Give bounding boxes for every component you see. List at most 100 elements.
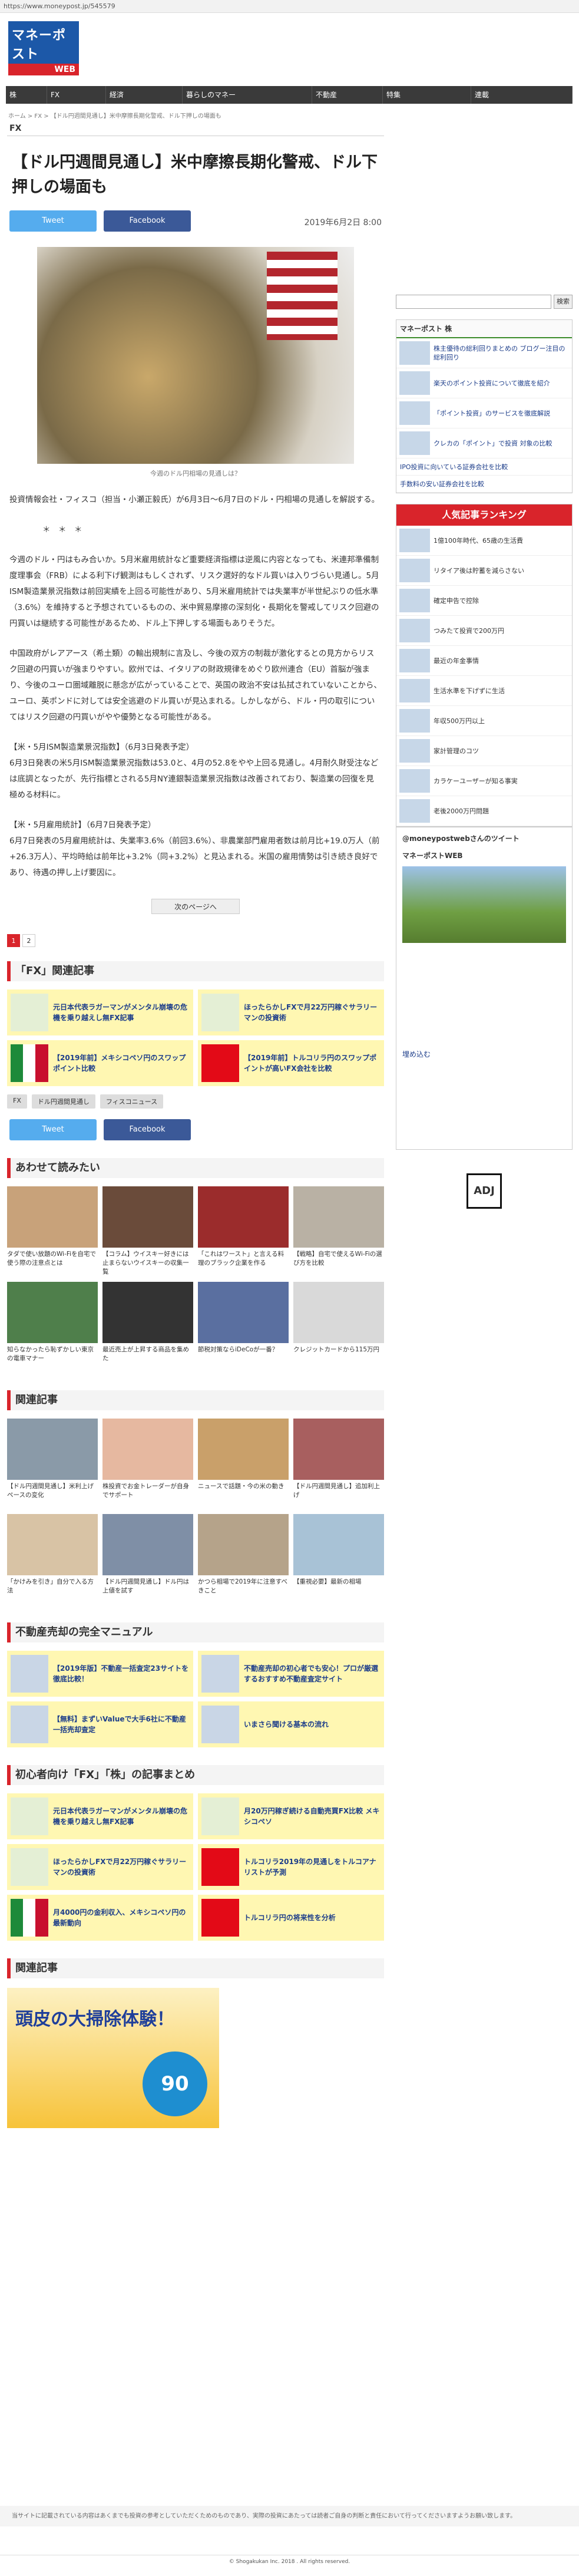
realestate-card[interactable]: 【2019年版】不動産一括査定23サイトを徹底比較！ <box>7 1651 193 1697</box>
realestate-card[interactable]: いまさら聞ける基本の流れ <box>198 1701 384 1747</box>
recommend-tile[interactable]: 「これはワースト」と言える料理のブラック企業を作る <box>198 1186 289 1277</box>
stock-item[interactable]: クレカの「ポイント」で投資 対象の比較 <box>396 428 572 459</box>
site-logo[interactable]: マネーポスト WEB <box>8 21 79 75</box>
thumbnail <box>198 1186 289 1248</box>
turkey-flag-icon <box>201 1044 239 1082</box>
sidebar-link[interactable]: 手数料の安い証券会社を比較 <box>396 476 572 493</box>
embed-link[interactable]: 埋め込む <box>402 1049 566 1059</box>
tile-title: かつら相場で2019年に注意すべきこと <box>198 1578 287 1594</box>
search-button[interactable]: 検索 <box>554 295 573 309</box>
ranking-item[interactable]: 最近の年金事情 <box>396 646 572 676</box>
realestate-card[interactable]: 【無料】まずいValueで大手6社に不動産一括売却査定 <box>7 1701 193 1747</box>
stock-item[interactable]: 楽天のポイント投資について徹底を紹介 <box>396 368 572 398</box>
stock-item[interactable]: 「ポイント投資」のサービスを徹底解説 <box>396 398 572 428</box>
thumbnail <box>399 679 430 702</box>
breadcrumb: ホーム > FX > 【ドル円週間見通し】米中摩擦長期化警戒、ドル下押しの場面も <box>8 113 221 120</box>
nav-item[interactable]: 暮らしのマネー <box>183 86 312 104</box>
tweet-button[interactable]: Tweet <box>9 210 97 232</box>
related-tile[interactable]: かつら相場で2019年に注意すべきこと <box>198 1514 289 1605</box>
stock-item[interactable]: 株主優待の総利回りまとめの ブログー注目の総利回り <box>396 338 572 368</box>
main-content: FX 【ドル円週間見通し】米中摩擦長期化警戒、ドル下押しの場面も Tweet F… <box>7 121 384 2128</box>
tag[interactable]: フィスコニュース <box>100 1094 164 1109</box>
section-heading: 「FX」関連記事 <box>7 961 384 981</box>
beginner-card[interactable]: 月4000円の金利収入、メキシコペソ円の最新動向 <box>7 1895 193 1941</box>
avatar <box>11 1797 48 1835</box>
next-page-button[interactable]: 次のページへ <box>151 899 240 914</box>
card-title: トルコリラ円の将来性を分析 <box>244 1914 336 1922</box>
thumbnail <box>7 1282 98 1343</box>
thumbnail <box>201 1706 239 1743</box>
related-fx-card[interactable]: 【2019年前】メキシコペソ円のスワップポイント比較 <box>7 1040 193 1086</box>
facebook-button[interactable]: Facebook <box>104 210 191 232</box>
search-input[interactable] <box>396 295 551 309</box>
recommend-tile[interactable]: タダで使い放題のWi-Fiを自宅で使う際の注意点とは <box>7 1186 98 1277</box>
nav-item[interactable]: FX <box>47 86 106 104</box>
related-fx-card[interactable]: 元日本代表ラガーマンがメンタル崩壊の危機を乗り越えし無FX記事 <box>7 989 193 1035</box>
related-fx-card[interactable]: ほったらかしFXで月22万円稼ぐサラリーマンの投資術 <box>198 989 384 1035</box>
thumbnail <box>102 1419 193 1480</box>
nav-item[interactable]: 株 <box>6 86 47 104</box>
tile-title: クレジットカードから115万円 <box>293 1346 380 1353</box>
card-title: 【無料】まずいValueで大手6社に不動産一括売却査定 <box>53 1715 186 1734</box>
twitter-name[interactable]: マネーポストWEB <box>402 850 566 860</box>
item-title: リタイア後は貯蓄を減らさない <box>434 566 524 575</box>
card-title: 元日本代表ラガーマンがメンタル崩壊の危機を乗り越えし無FX記事 <box>53 1003 188 1022</box>
ranking-item[interactable]: 年収500万円以上 <box>396 706 572 736</box>
thumbnail <box>399 709 430 733</box>
related-tile[interactable]: 【ドル円週間見通し】ドル円は上値を試す <box>102 1514 193 1605</box>
nav-item[interactable]: 経済 <box>106 86 183 104</box>
ad-banner[interactable]: 頭皮の大掃除体験！ 90 <box>7 1988 219 2128</box>
ranking-item[interactable]: 家計管理のコツ <box>396 736 572 766</box>
nav-item[interactable]: 不動産 <box>312 86 383 104</box>
related-tile[interactable]: 「かけみを引き」自分で入る方法 <box>7 1514 98 1605</box>
paragraph: 今週のドル・円はもみ合いか。5月米雇用統計など重要経済指標は逆風に内容となっても… <box>9 555 379 628</box>
tag[interactable]: ドル円週間見通し <box>31 1094 95 1109</box>
avatar <box>201 994 239 1031</box>
thumbnail <box>399 649 430 672</box>
related-tile[interactable]: 【重視必要】最新の相場 <box>293 1514 384 1605</box>
facebook-button[interactable]: Facebook <box>104 1119 191 1140</box>
realestate-card[interactable]: 不動産売却の初心者でも安心！プロが厳選するおすすめ不動産査定サイト <box>198 1651 384 1697</box>
recommend-tile[interactable]: 【コラム】ウイスキー好きには止まらないウイスキーの収集一覧 <box>102 1186 193 1277</box>
ranking-item[interactable]: 1億100年時代、65歳の生活費 <box>396 526 572 556</box>
ranking-item[interactable]: 老後2000万円問題 <box>396 796 572 826</box>
recommend-tile[interactable]: 知らなかったら恥ずかしい東京の電車マナー <box>7 1282 98 1373</box>
thumbnail <box>399 371 430 395</box>
mexico-flag-icon <box>11 1044 48 1082</box>
stock-box: マネーポスト 株 株主優待の総利回りまとめの ブログー注目の総利回り 楽天のポイ… <box>396 319 573 493</box>
tweet-button[interactable]: Tweet <box>9 1119 97 1140</box>
recommend-tile[interactable]: クレジットカードから115万円 <box>293 1282 384 1373</box>
beginner-card[interactable]: 元日本代表ラガーマンがメンタル崩壊の危機を乗り越えし無FX記事 <box>7 1793 193 1839</box>
beginner-card[interactable]: トルコリラ円の将来性を分析 <box>198 1895 384 1941</box>
nav-item[interactable]: 連載 <box>471 86 573 104</box>
nav-item[interactable]: 特集 <box>383 86 471 104</box>
ranking-item[interactable]: 確定申告で控除 <box>396 586 572 616</box>
tag[interactable]: FX <box>7 1094 27 1109</box>
ranking-item[interactable]: カラケーユーザーが知る事実 <box>396 766 572 796</box>
paragraph: 6月7日発表の5月雇用統計は、失業率3.6%（前回3.6%）、非農業部門雇用者数… <box>9 836 380 878</box>
related-tile[interactable]: 【ドル円週間見通し】米利上げペースの変化 <box>7 1419 98 1509</box>
recommend-tile[interactable]: 節税対策ならiDeCoが一番？ <box>198 1282 289 1373</box>
thumbnail <box>399 769 430 793</box>
related-fx-card[interactable]: 【2019年前】トルコリラ円のスワップポイントが高いFX会社を比較 <box>198 1040 384 1086</box>
page-link[interactable]: 1 <box>7 934 20 947</box>
sidebar-link[interactable]: IPO投資に向いている証券会社を比較 <box>396 459 572 476</box>
beginner-card[interactable]: 月20万円稼ぎ続ける自動売買FX比較 メキシコペソ <box>198 1793 384 1839</box>
related-tile[interactable]: 【ドル円週間見通し】追加利上げ <box>293 1419 384 1509</box>
category-label: FX <box>7 121 384 136</box>
page-link[interactable]: 2 <box>22 934 35 947</box>
related-tile[interactable]: 株投資でお金トレーダーが自身でサポート <box>102 1419 193 1509</box>
tile-title: 最近売上が上昇する商品を集めた <box>102 1346 189 1362</box>
ranking-item[interactable]: リタイア後は貯蓄を減らさない <box>396 556 572 586</box>
ranking-item[interactable]: 生活水準を下げずに生活 <box>396 676 572 706</box>
thumbnail <box>7 1419 98 1480</box>
logo-bottom: WEB <box>8 64 79 75</box>
card-title: 月20万円稼ぎ続ける自動売買FX比較 メキシコペソ <box>244 1807 380 1826</box>
related-tile[interactable]: ニュースで話題・今の米の動き <box>198 1419 289 1509</box>
recommend-tile[interactable]: 最近売上が上昇する商品を集めた <box>102 1282 193 1373</box>
recommend-tile[interactable]: 【戦略】自宅で使えるWi-Fiの選び方を比較 <box>293 1186 384 1277</box>
tag-list: FX ドル円週間見通し フィスコニュース <box>7 1094 384 1109</box>
beginner-card[interactable]: ほったらかしFXで月22万円稼ぐサラリーマンの投資術 <box>7 1844 193 1890</box>
beginner-card[interactable]: トルコリラ2019年の見通しをトルコアナリストが予測 <box>198 1844 384 1890</box>
ranking-item[interactable]: つみたて投資で200万円 <box>396 616 572 646</box>
